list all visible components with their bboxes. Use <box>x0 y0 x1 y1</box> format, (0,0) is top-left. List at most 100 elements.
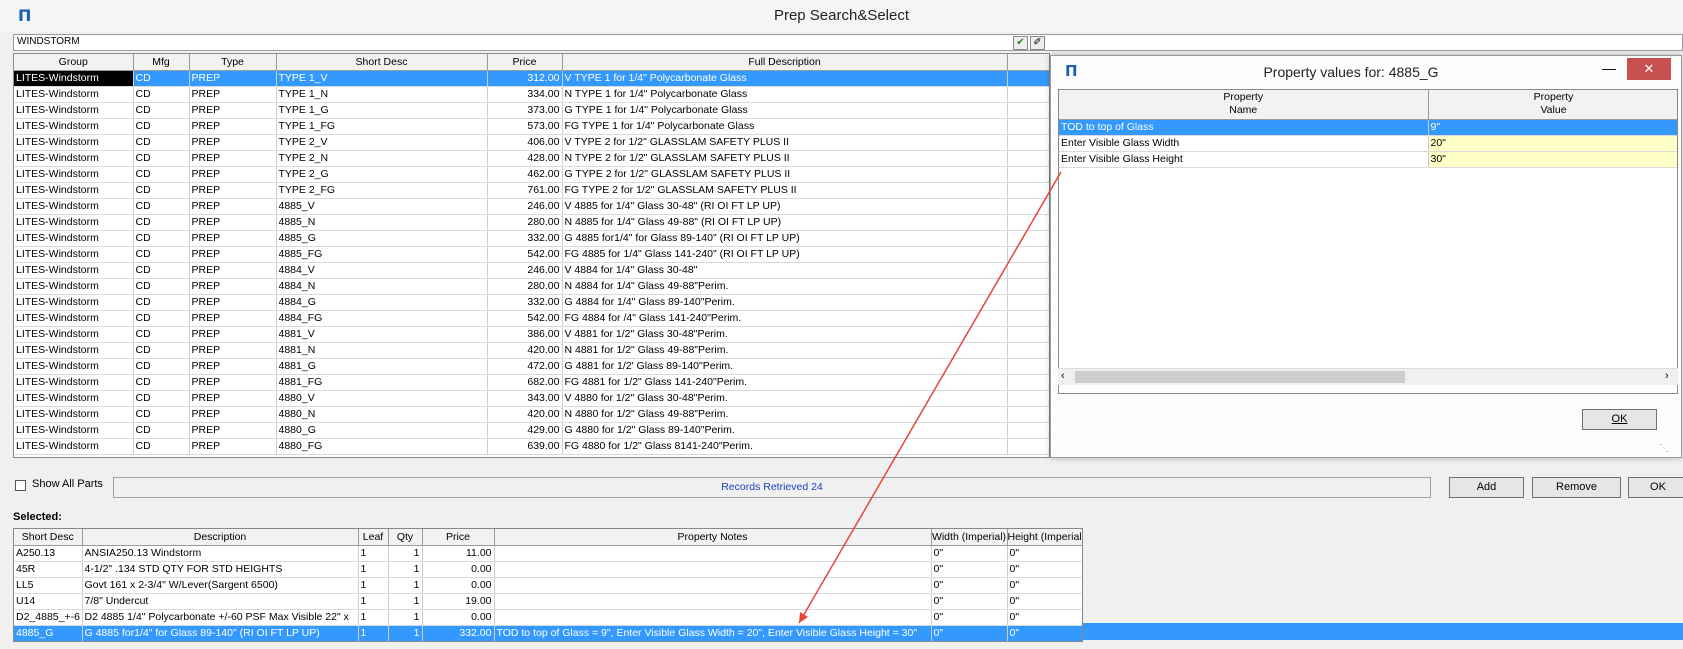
property-row[interactable]: Enter Visible Glass Width 20" <box>1059 135 1677 152</box>
resize-grip-icon[interactable]: ⋱ <box>1659 443 1669 454</box>
table-row[interactable]: LITES-Windstorm CD PREP TYPE 2_N 428.00 N TYP… <box>14 150 1049 167</box>
table-cell-spacer <box>1007 134 1049 151</box>
dialog-ok-button[interactable]: OK <box>1582 409 1657 430</box>
table-row[interactable]: LITES-Windstorm CD PREP TYPE 1_N 334.00 N TYP… <box>14 86 1049 103</box>
table-cell: LITES-Windstorm <box>14 262 134 279</box>
property-value-cell[interactable]: 30" <box>1428 151 1677 168</box>
column-header[interactable]: Short Desc <box>276 54 488 71</box>
table-row[interactable]: LITES-Windstorm CD PREP 4885_V 246.00 V 4885 … <box>14 198 1049 215</box>
table-cell: ANSIA250.13 Windstorm <box>82 545 359 562</box>
table-cell: LITES-Windstorm <box>14 390 134 407</box>
table-row[interactable]: 45R 4-1/2" .134 STD QTY FOR STD HEIGHTS 1 1… <box>14 561 1082 578</box>
table-row[interactable]: LITES-Windstorm CD PREP 4885_FG 542.00 FG 488… <box>14 246 1049 263</box>
table-cell: LITES-Windstorm <box>14 278 134 295</box>
add-button[interactable]: Add <box>1449 477 1524 498</box>
column-header[interactable]: Height (Imperial) <box>1007 529 1082 546</box>
table-cell <box>494 593 932 610</box>
results-grid[interactable]: Group Mfg Type Short Desc Price Full Descript… <box>13 53 1050 458</box>
table-row[interactable]: LL5 Govt 161 x 2-3/4" W/Lever(Sargent 650… <box>14 577 1082 594</box>
column-header[interactable]: Full Description <box>562 54 1008 71</box>
property-value-header[interactable]: Property Value <box>1428 90 1677 120</box>
table-cell: LITES-Windstorm <box>14 374 134 391</box>
table-row[interactable]: LITES-Windstorm CD PREP TYPE 1_G 373.00 G TYP… <box>14 102 1049 119</box>
table-row[interactable]: LITES-Windstorm CD PREP 4885_G 332.00 G 4885 … <box>14 230 1049 247</box>
table-cell: CD <box>133 342 190 359</box>
table-cell: 0" <box>931 561 1008 578</box>
table-cell-spacer <box>1007 326 1049 343</box>
ok-button[interactable]: OK <box>1628 477 1683 498</box>
table-row[interactable]: LITES-Windstorm CD PREP 4880_G 429.00 G 4880 … <box>14 422 1049 439</box>
table-row[interactable]: LITES-Windstorm CD PREP 4884_G 332.00 G 4884 … <box>14 294 1049 311</box>
column-header[interactable]: Mfg <box>133 54 190 71</box>
table-cell: 334.00 <box>487 86 563 103</box>
column-header[interactable]: Width (Imperial) <box>931 529 1008 546</box>
table-row[interactable]: 4885_G G 4885 for1/4" for Glass 89-140" (… <box>14 625 1082 641</box>
table-cell-spacer <box>1007 438 1049 455</box>
table-row[interactable]: LITES-Windstorm CD PREP 4881_N 420.00 N 4881 … <box>14 342 1049 359</box>
property-value-cell[interactable]: 20" <box>1428 135 1677 152</box>
property-row[interactable]: TOD to top of Glass 9" <box>1059 119 1677 136</box>
column-header[interactable]: Short Desc <box>14 529 83 546</box>
remove-button[interactable]: Remove <box>1532 477 1621 498</box>
table-cell: CD <box>133 294 190 311</box>
table-cell: CD <box>133 262 190 279</box>
column-header-spacer <box>1007 54 1049 71</box>
selected-grid[interactable]: Short Desc Description Leaf Qty Price Propert… <box>13 528 1083 642</box>
property-values-dialog[interactable]: Π Property values for: 4885_G — ✕ Proper… <box>1050 55 1682 458</box>
show-all-parts-checkbox[interactable] <box>15 480 26 491</box>
column-header[interactable]: Description <box>82 529 359 546</box>
table-row[interactable]: U14 7/8" Undercut 1 1 19.00 0" 0" <box>14 593 1082 610</box>
table-cell: CD <box>133 438 190 455</box>
search-input[interactable]: WINDSTORM <box>13 34 1683 51</box>
scrollbar-thumb[interactable] <box>1075 371 1405 383</box>
table-cell: 420.00 <box>487 342 563 359</box>
property-value-cell[interactable]: 9" <box>1428 119 1677 136</box>
table-cell: 19.00 <box>422 593 495 610</box>
table-row[interactable]: LITES-Windstorm CD PREP 4884_FG 542.00 FG 488… <box>14 310 1049 327</box>
scroll-left-icon[interactable]: ‹ <box>1061 370 1065 382</box>
scroll-right-icon[interactable]: › <box>1665 370 1669 382</box>
column-header[interactable]: Price <box>422 529 495 546</box>
table-cell-spacer <box>1007 262 1049 279</box>
table-row[interactable]: LITES-Windstorm CD PREP 4880_V 343.00 V 4880 … <box>14 390 1049 407</box>
table-cell: G 4884 for 1/4" Glass 89-140"Perim. <box>562 294 1008 311</box>
table-cell: 4884_FG <box>276 310 488 327</box>
table-row[interactable]: LITES-Windstorm CD PREP 4880_FG 639.00 FG 488… <box>14 438 1049 455</box>
table-row[interactable]: LITES-Windstorm CD PREP TYPE 2_FG 761.00 FG T… <box>14 182 1049 199</box>
table-row[interactable]: LITES-Windstorm CD PREP TYPE 2_V 406.00 V TYP… <box>14 134 1049 151</box>
table-row[interactable]: LITES-Windstorm CD PREP TYPE 1_V 312.00 V TYP… <box>14 70 1049 87</box>
clear-search-icon[interactable]: ✐ <box>1030 36 1045 50</box>
table-row[interactable]: LITES-Windstorm CD PREP TYPE 2_G 462.00 G TYP… <box>14 166 1049 183</box>
close-icon[interactable]: ✕ <box>1627 58 1671 80</box>
table-cell-spacer <box>1007 278 1049 295</box>
horizontal-scrollbar[interactable]: ‹ › <box>1058 368 1678 385</box>
column-header[interactable]: Leaf <box>358 529 389 546</box>
column-header[interactable]: Qty <box>388 529 423 546</box>
table-row[interactable]: LITES-Windstorm CD PREP 4880_N 420.00 N 4880 … <box>14 406 1049 423</box>
column-header[interactable]: Property Notes <box>494 529 932 546</box>
column-header[interactable]: Group <box>14 54 134 71</box>
property-grid[interactable]: Property Name Property Value TOD to top of… <box>1058 89 1678 394</box>
property-name-header[interactable]: Property Name <box>1059 90 1429 120</box>
minimize-icon[interactable]: — <box>1599 60 1619 80</box>
table-cell: PREP <box>189 278 277 295</box>
table-row[interactable]: LITES-Windstorm CD PREP TYPE 1_FG 573.00 FG T… <box>14 118 1049 135</box>
column-header[interactable]: Price <box>487 54 563 71</box>
table-cell: 0" <box>1007 545 1082 562</box>
confirm-search-icon[interactable]: ✔ <box>1013 36 1028 50</box>
table-cell: PREP <box>189 358 277 375</box>
property-row[interactable]: Enter Visible Glass Height 30" <box>1059 151 1677 168</box>
column-header[interactable]: Type <box>189 54 277 71</box>
dialog-title: Property values for: 4885_G <box>1263 64 1439 80</box>
table-row[interactable]: LITES-Windstorm CD PREP 4884_N 280.00 N 4884 … <box>14 278 1049 295</box>
table-row[interactable]: A250.13 ANSIA250.13 Windstorm 1 1 11.00 0" 0" <box>14 545 1082 562</box>
table-row[interactable]: LITES-Windstorm CD PREP 4884_V 246.00 V 4884 … <box>14 262 1049 279</box>
table-cell: 1 <box>388 609 423 626</box>
table-row[interactable]: LITES-Windstorm CD PREP 4881_FG 682.00 FG 488… <box>14 374 1049 391</box>
table-row[interactable]: LITES-Windstorm CD PREP 4885_N 280.00 N 4885 … <box>14 214 1049 231</box>
status-bar: Records Retrieved 24 <box>113 477 1431 498</box>
table-row[interactable]: LITES-Windstorm CD PREP 4881_V 386.00 V 4881 … <box>14 326 1049 343</box>
table-row[interactable]: D2_4885_+-6 D2 4885 1/4" Polycarbonate +/… <box>14 609 1082 626</box>
table-row[interactable]: LITES-Windstorm CD PREP 4881_G 472.00 G 4881 … <box>14 358 1049 375</box>
table-cell: 0.00 <box>422 577 495 594</box>
